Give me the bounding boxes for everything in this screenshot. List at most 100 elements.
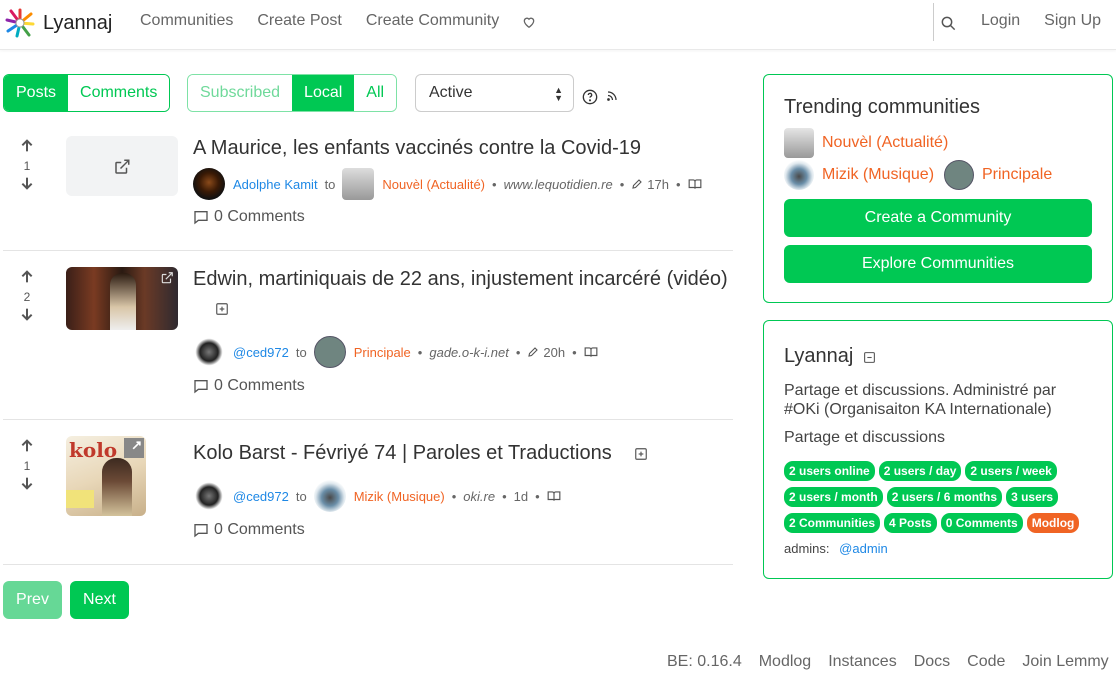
separator-dot: • — [515, 344, 521, 360]
comments-link[interactable]: 0 Comments — [193, 208, 305, 226]
trending-community-link[interactable]: Mizik (Musique) — [784, 160, 934, 190]
prev-button[interactable]: Prev — [3, 581, 62, 619]
downvote-icon[interactable] — [19, 475, 35, 491]
community-icon — [342, 168, 375, 200]
comment-icon — [194, 380, 208, 394]
separator-dot: • — [417, 344, 423, 360]
post-title[interactable]: A Maurice, les enfants vaccinés contre l… — [193, 137, 641, 160]
post-community-link[interactable]: Nouvèl (Actualité) — [382, 177, 485, 192]
next-button[interactable]: Next — [70, 581, 129, 619]
stat-badge[interactable]: 2 Communities — [784, 513, 881, 533]
to-label: to — [324, 176, 336, 192]
nav-communities-link[interactable]: Communities — [140, 12, 233, 30]
rss-icon[interactable] — [606, 90, 618, 102]
thumbnail-figure — [102, 458, 132, 516]
brand[interactable]: Lyannaj — [4, 7, 112, 39]
edit-pencil-icon — [632, 179, 643, 189]
expand-plus-icon[interactable] — [215, 302, 229, 316]
card-title: Trending communities — [784, 96, 981, 118]
heart-icon[interactable] — [522, 15, 536, 29]
upvote-icon[interactable] — [19, 269, 35, 285]
separator-dot: • — [502, 488, 507, 504]
post-title[interactable]: Kolo Barst - Févriyé 74 | Paroles et Tra… — [193, 442, 612, 465]
external-link-icon — [161, 272, 173, 284]
footer-modlog-link[interactable]: Modlog — [759, 653, 811, 671]
post-author-link[interactable]: @ced972 — [233, 345, 289, 360]
post-author-link[interactable]: Adolphe Kamit — [233, 177, 318, 192]
post-meta: Adolphe Kamit to Nouvèl (Actualité) • ww… — [193, 168, 702, 200]
book-icon[interactable] — [688, 177, 702, 191]
tab-subscribed[interactable]: Subscribed — [188, 75, 293, 111]
signup-link[interactable]: Sign Up — [1044, 12, 1101, 30]
edit-pencil-icon — [528, 347, 539, 357]
book-icon[interactable] — [584, 345, 598, 359]
search-icon[interactable] — [940, 15, 956, 31]
vote-score: 1 — [23, 159, 31, 173]
comment-icon — [194, 211, 208, 225]
collapse-minus-icon[interactable] — [863, 351, 876, 364]
post-domain: gade.o-k-i.net — [429, 344, 509, 360]
explore-communities-button[interactable]: Explore Communities — [784, 245, 1092, 283]
stat-badge: 2 users / month — [784, 487, 883, 507]
post-listing-item: 1 A Maurice, les enfants vaccinés contre… — [3, 130, 733, 251]
comments-link[interactable]: 0 Comments — [193, 377, 305, 395]
community-name: Principale — [982, 166, 1053, 183]
tab-posts[interactable]: Posts — [4, 75, 69, 111]
tab-local[interactable]: Local — [292, 75, 355, 111]
create-community-button[interactable]: Create a Community — [784, 199, 1092, 237]
site-name: Lyannaj — [784, 345, 854, 367]
brand-name: Lyannaj — [43, 11, 113, 34]
post-author-link[interactable]: @ced972 — [233, 489, 289, 504]
comments-count: 0 Comments — [214, 208, 305, 225]
community-icon — [313, 336, 346, 368]
nav-create-community-link[interactable]: Create Community — [366, 12, 499, 30]
site-tagline: Partage et discussions — [784, 429, 945, 446]
stat-badge: 3 users — [1006, 487, 1059, 507]
vote-score: 1 — [23, 459, 31, 473]
downvote-icon[interactable] — [19, 175, 35, 191]
tab-comments[interactable]: Comments — [68, 75, 170, 111]
avatar — [193, 168, 225, 200]
post-image-thumbnail[interactable]: kolo — [66, 436, 146, 516]
community-icon — [784, 160, 814, 190]
login-link[interactable]: Login — [981, 12, 1020, 30]
post-meta: @ced972 to Principale • gade.o-k-i.net •… — [193, 336, 598, 368]
separator-dot: • — [535, 488, 540, 504]
post-community-link[interactable]: Mizik (Musique) — [354, 489, 445, 504]
nav-divider — [933, 3, 934, 41]
nav-links: Communities Create Post Create Community — [140, 12, 499, 30]
trending-communities-card: Trending communities Nouvèl (Actualité) … — [763, 74, 1113, 303]
modlog-badge[interactable]: Modlog — [1026, 513, 1080, 533]
thumbnail-label — [66, 490, 94, 508]
nav-create-post-link[interactable]: Create Post — [257, 12, 341, 30]
post-age: 1d — [513, 488, 529, 504]
post-listing-item: 2 Edwin, martiniquais de 22 ans, injuste… — [3, 251, 733, 420]
footer-join-lemmy-link[interactable]: Join Lemmy — [1022, 653, 1108, 671]
help-icon[interactable] — [582, 89, 598, 105]
expand-plus-icon[interactable] — [634, 447, 648, 461]
sort-select[interactable]: Active ▲ ▼ — [415, 74, 574, 112]
trending-community-link[interactable]: Nouvèl (Actualité) — [784, 128, 948, 158]
post-community-link[interactable]: Principale — [354, 345, 411, 360]
post-title[interactable]: Edwin, martiniquais de 22 ans, injusteme… — [193, 268, 728, 291]
book-icon[interactable] — [547, 489, 561, 503]
post-image-thumbnail[interactable] — [66, 267, 178, 330]
vote-box: 1 — [19, 438, 35, 494]
avatar — [193, 336, 225, 368]
separator-dot: • — [675, 176, 681, 192]
stat-badge: 0 Comments — [940, 513, 1023, 533]
post-age: 20h — [543, 344, 566, 360]
tab-all[interactable]: All — [354, 75, 397, 111]
community-icon — [784, 128, 814, 158]
admin-user-link[interactable]: @admin — [839, 541, 888, 556]
upvote-icon[interactable] — [19, 138, 35, 154]
footer-code-link[interactable]: Code — [967, 653, 1005, 671]
footer-docs-link[interactable]: Docs — [914, 653, 950, 671]
post-link-thumbnail[interactable] — [66, 136, 178, 196]
footer-instances-link[interactable]: Instances — [828, 653, 896, 671]
comments-link[interactable]: 0 Comments — [193, 521, 305, 539]
downvote-icon[interactable] — [19, 306, 35, 322]
upvote-icon[interactable] — [19, 438, 35, 454]
trending-community-link[interactable]: Principale — [944, 160, 1052, 190]
community-name: Nouvèl (Actualité) — [822, 134, 949, 151]
